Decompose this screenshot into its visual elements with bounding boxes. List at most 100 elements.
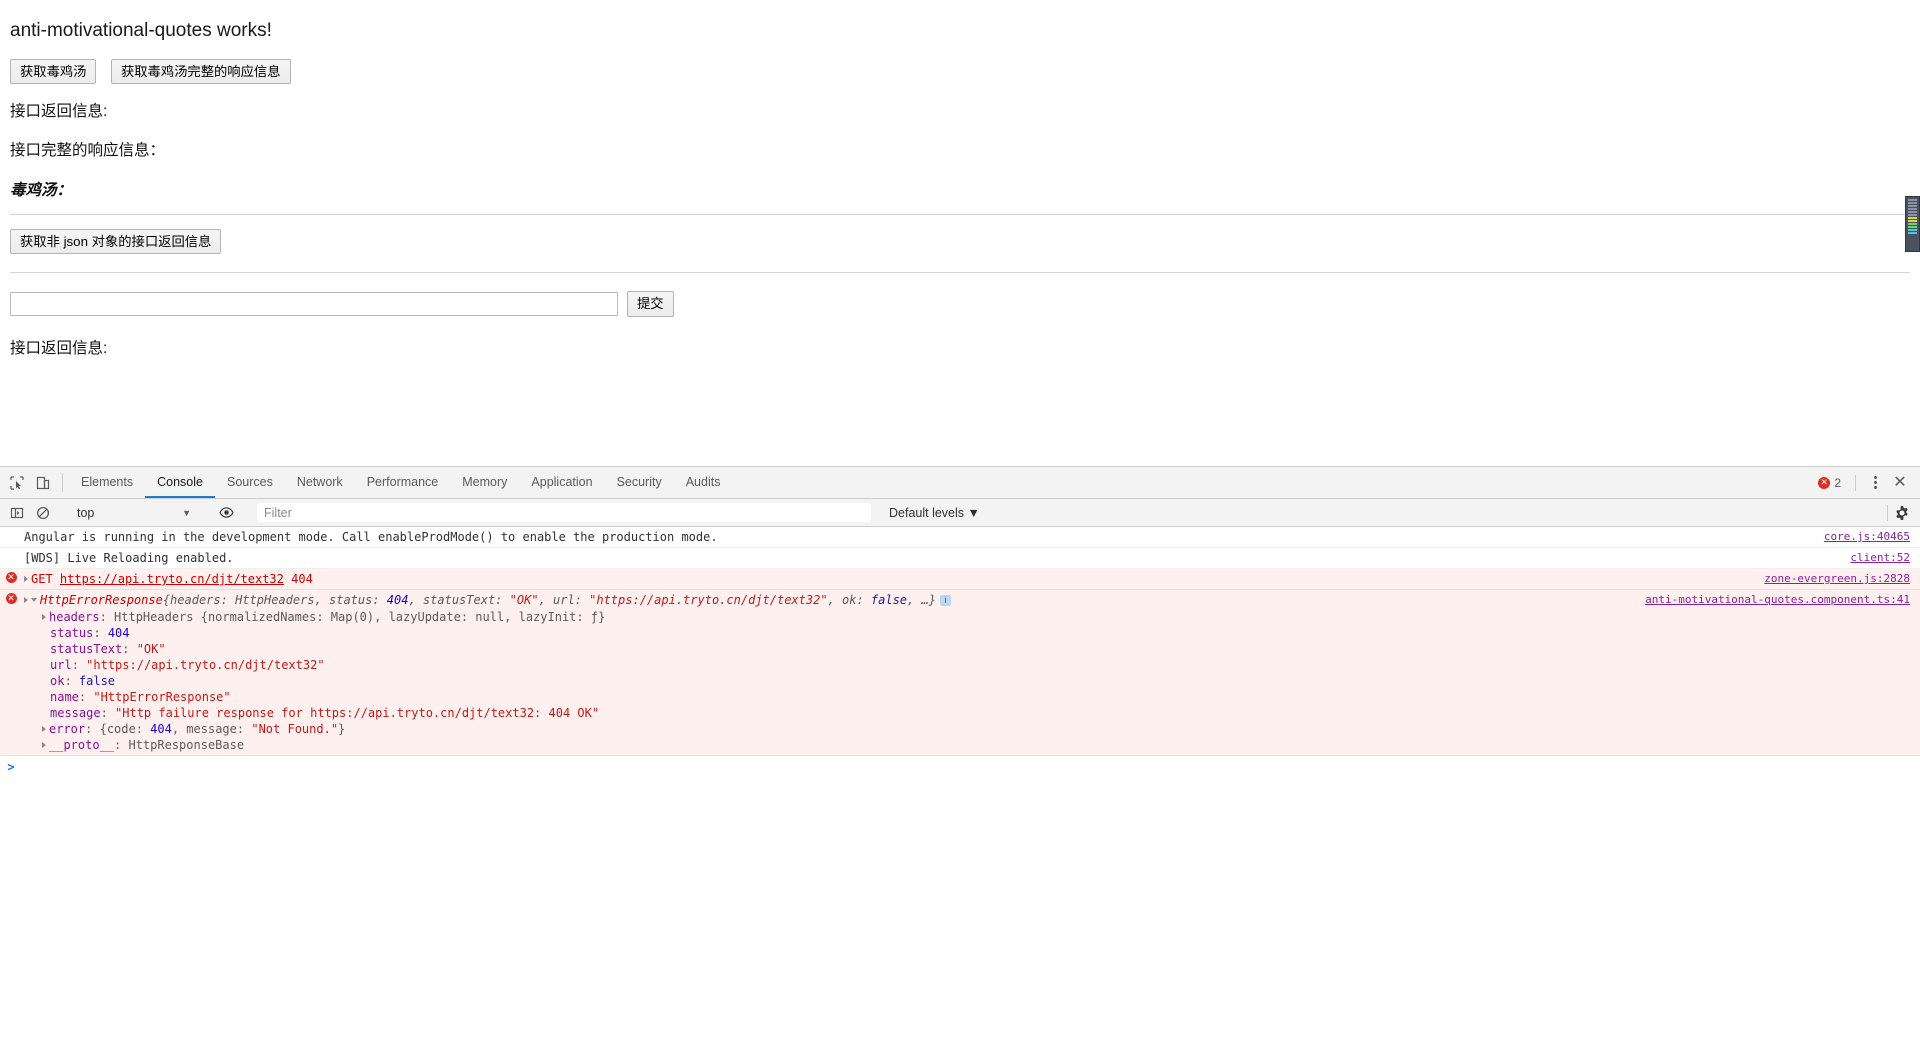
console-message-error-object[interactable]: ✕ HttpErrorResponse{headers: HttpHeaders… (0, 590, 1920, 756)
error-name: HttpErrorResponse (40, 593, 163, 607)
property-row[interactable]: __proto__: HttpResponseBase (24, 737, 1920, 753)
chevron-down-icon: ▼ (182, 507, 191, 518)
property-key: name (50, 690, 79, 704)
property-value: {code: 404, message: "Not Found."} (99, 722, 346, 736)
expand-triangle-icon[interactable] (42, 742, 46, 748)
property-value: "https://api.tryto.cn/djt/text32" (86, 658, 325, 672)
property-row[interactable]: name: "HttpErrorResponse" (24, 689, 1920, 705)
message-source-link[interactable]: client:52 (1850, 550, 1910, 566)
property-value: HttpResponseBase (128, 738, 245, 752)
page-title: anti-motivational-quotes works! (10, 20, 272, 41)
summary-url-key: , url: (538, 593, 590, 607)
info-icon[interactable]: i (939, 594, 951, 606)
submit-button[interactable]: 提交 (627, 291, 674, 317)
property-key: error (49, 722, 86, 736)
response-status: 404 (291, 572, 313, 586)
filterbar-separator-4 (1887, 504, 1888, 521)
log-levels-select[interactable]: Default levels ▼ (889, 506, 980, 520)
fetch-quote-button[interactable]: 获取毒鸡汤 (10, 58, 97, 85)
message-text: [WDS] Live Reloading enabled. (24, 551, 234, 565)
message-source-link[interactable]: anti-motivational-quotes.component.ts:41 (1645, 592, 1910, 608)
console-message-network-error[interactable]: ✕ GET https://api.tryto.cn/djt/text32 40… (0, 569, 1920, 590)
request-method: GET (31, 572, 53, 586)
property-value: "Http failure response for https://api.t… (115, 706, 600, 720)
api-return-label: 接口返回信息: (10, 103, 108, 121)
tab-sources[interactable]: Sources (215, 467, 285, 498)
property-row[interactable]: error: {code: 404, message: "Not Found."… (24, 721, 1920, 737)
error-properties: headers: HttpHeaders {normalizedNames: M… (24, 609, 1920, 753)
property-row[interactable]: headers: HttpHeaders {normalizedNames: M… (24, 609, 1920, 625)
expand-triangle-icon[interactable] (42, 614, 46, 620)
tab-audits[interactable]: Audits (674, 467, 733, 498)
page-content: anti-motivational-quotes works! 获取毒鸡汤 获取… (0, 0, 1920, 465)
execution-context-select[interactable]: top ▼ (69, 506, 199, 520)
console-filter-input[interactable] (257, 503, 871, 522)
tab-application[interactable]: Application (519, 467, 604, 498)
message-source-link[interactable]: zone-evergreen.js:2828 (1764, 571, 1910, 587)
collapse-triangle-icon[interactable] (31, 598, 37, 602)
property-key: statusText (50, 642, 123, 656)
devtools-tabbar: Elements Console Sources Network Perform… (0, 467, 1920, 499)
tab-console[interactable]: Console (145, 467, 215, 498)
edge-scroll-indicator[interactable] (1905, 196, 1920, 252)
tab-memory[interactable]: Memory (450, 467, 519, 498)
tab-security[interactable]: Security (605, 467, 674, 498)
error-count-badge[interactable]: ✕ 2 (1812, 476, 1847, 490)
console-message-list: Angular is running in the development mo… (0, 527, 1920, 777)
settings-gear-icon[interactable] (1894, 505, 1910, 521)
property-key: ok (50, 674, 65, 688)
devtools-panel: Elements Console Sources Network Perform… (0, 466, 1920, 1058)
fetch-non-json-button[interactable]: 获取非 json 对象的接口返回信息 (10, 229, 222, 255)
more-options-icon[interactable] (1864, 476, 1886, 489)
quote-heading: 毒鸡汤： (10, 181, 73, 199)
property-row[interactable]: statusText: "OK" (24, 641, 1920, 657)
close-devtools-icon[interactable]: ✕ (1888, 474, 1912, 491)
toolbar-separator (62, 473, 63, 492)
summary-url: "https://api.tryto.cn/djt/text32" (589, 593, 828, 607)
devtools-tabbar-actions: ✕ 2 ✕ (1812, 467, 1920, 498)
expand-triangle-icon[interactable] (24, 576, 28, 582)
property-value: 404 (107, 626, 130, 640)
filterbar-right-actions (1881, 504, 1920, 521)
property-key: message (50, 706, 101, 720)
tab-elements[interactable]: Elements (69, 467, 145, 498)
tab-network[interactable]: Network (285, 467, 355, 498)
actions-separator (1855, 474, 1856, 491)
property-key: headers (49, 610, 100, 624)
message-text: GET https://api.tryto.cn/djt/text32 404 (22, 571, 1920, 587)
property-row[interactable]: url: "https://api.tryto.cn/djt/text32" (24, 657, 1920, 673)
inspect-element-icon[interactable] (4, 467, 30, 498)
message-gutter: ✕ (0, 592, 22, 604)
summary-mid: , statusText: (408, 593, 510, 607)
property-row[interactable]: status: 404 (24, 625, 1920, 641)
summary-suffix: , …} (907, 593, 936, 607)
console-sidebar-icon[interactable] (4, 506, 30, 520)
quote-form: 提交 (10, 291, 1910, 317)
property-value: "HttpErrorResponse" (93, 690, 231, 704)
expand-triangle-icon[interactable] (42, 726, 46, 732)
console-filter-bar: top ▼ Default levels ▼ (0, 499, 1920, 527)
toggle-device-toolbar-icon[interactable] (30, 467, 56, 498)
property-row[interactable]: message: "Http failure response for http… (24, 705, 1920, 721)
message-text: HttpErrorResponse{headers: HttpHeaders, … (22, 592, 1920, 753)
message-gutter: ✕ (0, 571, 22, 583)
clear-console-icon[interactable] (30, 506, 56, 520)
property-value: false (78, 674, 116, 688)
error-count-value: 2 (1834, 475, 1841, 490)
property-row[interactable]: ok: false (24, 673, 1920, 689)
request-url[interactable]: https://api.tryto.cn/djt/text32 (60, 572, 284, 586)
tab-performance[interactable]: Performance (355, 467, 451, 498)
summary-status: 404 (386, 593, 409, 607)
api-return-label-2: 接口返回信息: (10, 339, 108, 357)
message-source-link[interactable]: core.js:40465 (1824, 529, 1910, 545)
expand-triangle-icon[interactable] (24, 597, 28, 603)
live-expression-eye-icon[interactable] (212, 505, 240, 520)
console-message-log[interactable]: Angular is running in the development mo… (0, 527, 1920, 548)
property-value: HttpHeaders {normalizedNames: Map(0), la… (114, 610, 606, 624)
primary-button-row: 获取毒鸡汤 获取毒鸡汤完整的响应信息 (10, 58, 1910, 85)
console-prompt[interactable]: > (0, 756, 1920, 777)
fetch-full-response-button[interactable]: 获取毒鸡汤完整的响应信息 (110, 58, 291, 85)
quote-input[interactable] (10, 292, 618, 317)
secondary-button-row: 获取非 json 对象的接口返回信息 (10, 229, 1910, 255)
console-message-log[interactable]: [WDS] Live Reloading enabled. client:52 (0, 548, 1920, 569)
